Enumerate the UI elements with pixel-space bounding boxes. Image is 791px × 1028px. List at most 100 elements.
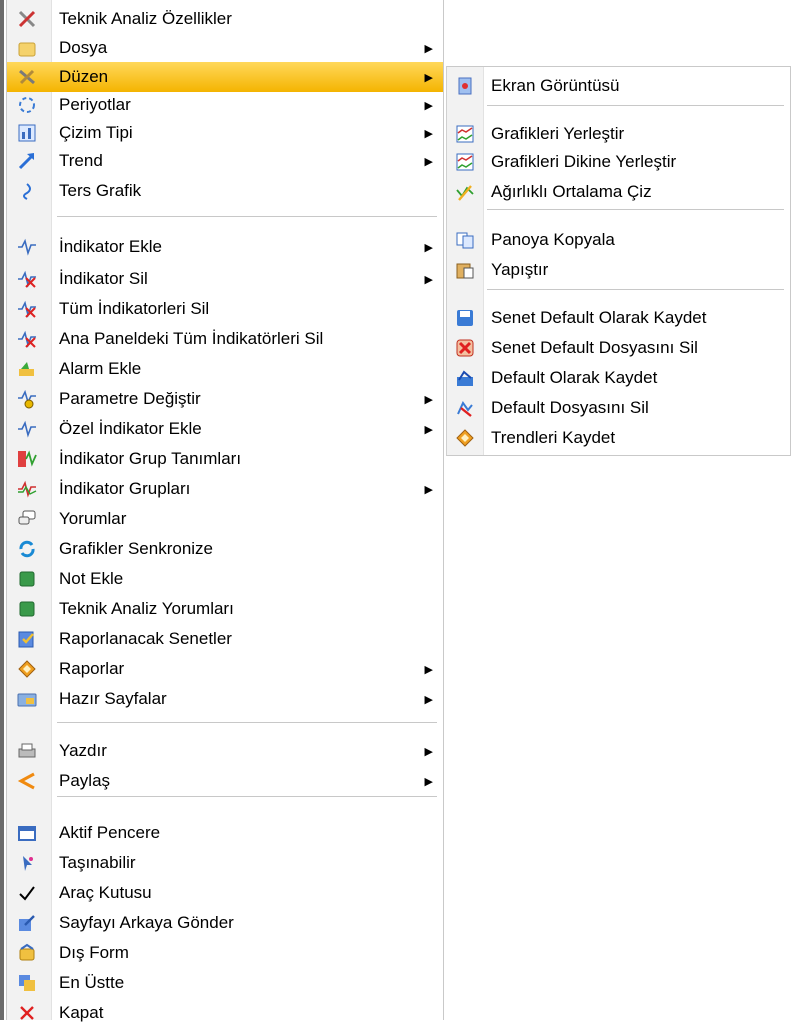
menu-item-label: Yazdır [59,741,107,760]
menu-item-kapat[interactable]: Kapat [7,998,443,1028]
menu-item-label: Alarm Ekle [59,359,142,378]
menu-item-agirlikli-ortalama-ciz[interactable]: Ağırlıklı Ortalama Çiz [447,177,790,207]
menu-item-dis-form[interactable]: Dış Form [7,938,443,968]
submenu-arrow-icon: ▶ [424,423,433,436]
menu-item-label: Panoya Kopyala [491,230,615,249]
tools-icon [17,9,37,29]
pin-icon [17,853,37,873]
menu-item-label: Grafikleri Dikine Yerleştir [491,152,677,171]
submenu-arrow-icon: ▶ [424,42,433,55]
menu-item-label: Default Olarak Kaydet [491,368,658,387]
menu-item-hazir-sayfalar[interactable]: Hazır Sayfalar ▶ [7,684,443,714]
menu-item-duzen[interactable]: Düzen ▶ [7,62,443,92]
menu-item-teknik-analiz-ozellikler[interactable]: Teknik Analiz Özellikler [7,4,443,34]
menu-item-sayfayi-arkaya-gonder[interactable]: Sayfayı Arkaya Gönder [7,908,443,938]
menu-item-grafikleri-dikine-yerlestir[interactable]: Grafikleri Dikine Yerleştir [447,147,790,177]
menu-item-ozel-indikator-ekle[interactable]: Özel İndikator Ekle ▶ [7,414,443,444]
folder-icon [17,38,37,58]
menu-item-teknik-analiz-yorumlari[interactable]: Teknik Analiz Yorumları [7,594,443,624]
arrange-vertical-icon [455,152,475,172]
submenu-arrow-icon: ▶ [424,71,433,84]
menu-item-label: Araç Kutusu [59,883,152,902]
menu-item-en-ustte[interactable]: En Üstte [7,968,443,998]
menu-item-label: Raporlanacak Senetler [59,629,232,648]
alarm-icon [17,359,37,379]
background-window-edge [0,0,4,1020]
menu-item-grafikler-senkronize[interactable]: Grafikler Senkronize [7,534,443,564]
menu-item-label: Teknik Analiz Özellikler [59,9,232,28]
menu-item-aktif-pencere[interactable]: Aktif Pencere [7,818,443,848]
menu-item-label: Ağırlıklı Ortalama Çiz [491,182,652,201]
menu-item-senet-default-olarak-kaydet[interactable]: Senet Default Olarak Kaydet [447,303,790,333]
menu-item-grafikleri-yerlestir[interactable]: Grafikleri Yerleştir [447,119,790,149]
menu-item-raporlanacak-senetler[interactable]: Raporlanacak Senetler [7,624,443,654]
wrench-icon [17,67,37,87]
menu-item-label: Sayfayı Arkaya Gönder [59,913,234,932]
menu-item-trendleri-kaydet[interactable]: Trendleri Kaydet [447,423,790,453]
menu-item-trend[interactable]: Trend ▶ [7,146,443,176]
menu-item-ekran-goruntusu[interactable]: Ekran Görüntüsü [447,71,790,101]
menu-item-ana-paneldeki-tum-indikatorleri-sil[interactable]: Ana Paneldeki Tüm İndikatörleri Sil [7,324,443,354]
menu-item-yapistir[interactable]: Yapıştır [447,255,790,285]
menu-item-indikator-sil[interactable]: İndikator Sil ▶ [7,264,443,294]
menu-item-tum-indikatorleri-sil[interactable]: Tüm İndikatorleri Sil [7,294,443,324]
menu-separator [57,216,437,217]
menu-item-senet-default-dosyasini-sil[interactable]: Senet Default Dosyasını Sil [447,333,790,363]
note-icon [17,569,37,589]
submenu-arrow-icon: ▶ [424,241,433,254]
menu-separator [487,289,784,290]
menu-item-label: Raporlar [59,659,125,678]
submenu-arrow-icon: ▶ [424,99,433,112]
menu-item-indikator-grup-tanimlari[interactable]: İndikator Grup Tanımları [7,444,443,474]
trend-arrow-icon [17,151,37,171]
menu-item-default-olarak-kaydet[interactable]: Default Olarak Kaydet [447,363,790,393]
submenu-arrow-icon: ▶ [424,663,433,676]
sync-icon [17,539,37,559]
menu-item-arac-kutusu[interactable]: Araç Kutusu [7,878,443,908]
menu-item-label: Hazır Sayfalar [59,689,167,708]
menu-item-panoya-kopyala[interactable]: Panoya Kopyala [447,225,790,255]
menu-item-periyotlar[interactable]: Periyotlar ▶ [7,90,443,120]
menu-item-raporlar[interactable]: Raporlar ▶ [7,654,443,684]
menu-item-default-dosyasini-sil[interactable]: Default Dosyasını Sil [447,393,790,423]
menu-item-label: Trendleri Kaydet [491,428,616,447]
menu-item-label: Düzen [59,67,109,86]
menu-item-label: Senet Default Dosyasını Sil [491,338,698,357]
arrange-charts-icon [455,124,475,144]
window-icon [17,823,37,843]
menu-item-label: Teknik Analiz Yorumları [59,599,234,618]
menu-separator [57,722,437,723]
menu-item-label: Ana Paneldeki Tüm İndikatörleri Sil [59,329,324,348]
menu-item-not-ekle[interactable]: Not Ekle [7,564,443,594]
menu-item-tasinabilir[interactable]: Taşınabilir [7,848,443,878]
save-icon [455,308,475,328]
menu-item-ters-grafik[interactable]: Ters Grafik [7,176,443,206]
menu-item-label: Grafikler Senkronize [59,539,214,558]
check-icon [17,883,37,903]
menu-item-yazdir[interactable]: Yazdır ▶ [7,736,443,766]
menu-separator [487,209,784,210]
menu-item-yorumlar[interactable]: Yorumlar [7,504,443,534]
menu-item-label: Tüm İndikatorleri Sil [59,299,210,318]
menu-separator [487,105,784,106]
menu-item-indikator-ekle[interactable]: İndikator Ekle ▶ [7,232,443,262]
menu-item-dosya[interactable]: Dosya ▶ [7,33,443,63]
menu-item-paylas[interactable]: Paylaş ▶ [7,766,443,796]
indicator-delete-all-icon [17,299,37,319]
paste-icon [455,260,475,280]
menu-item-indikator-gruplari[interactable]: İndikator Grupları ▶ [7,474,443,504]
menu-separator [57,796,437,797]
menu-item-label: Trend [59,151,103,170]
menu-item-label: Dosya [59,38,108,57]
save-default-icon [455,368,475,388]
comments-icon [17,509,37,529]
submenu-arrow-icon: ▶ [424,155,433,168]
context-menu: Teknik Analiz Özellikler Dosya ▶ Düzen ▶ Peri… [6,0,444,1022]
menu-item-label: Ekran Görüntüsü [491,76,620,95]
submenu-arrow-icon: ▶ [424,775,433,788]
menu-item-parametre-degistir[interactable]: Parametre Değiştir ▶ [7,384,443,414]
reverse-icon [17,181,37,201]
menu-item-alarm-ekle[interactable]: Alarm Ekle [7,354,443,384]
menu-item-cizim-tipi[interactable]: Çizim Tipi ▶ [7,118,443,148]
menu-item-label: Çizim Tipi [59,123,133,142]
